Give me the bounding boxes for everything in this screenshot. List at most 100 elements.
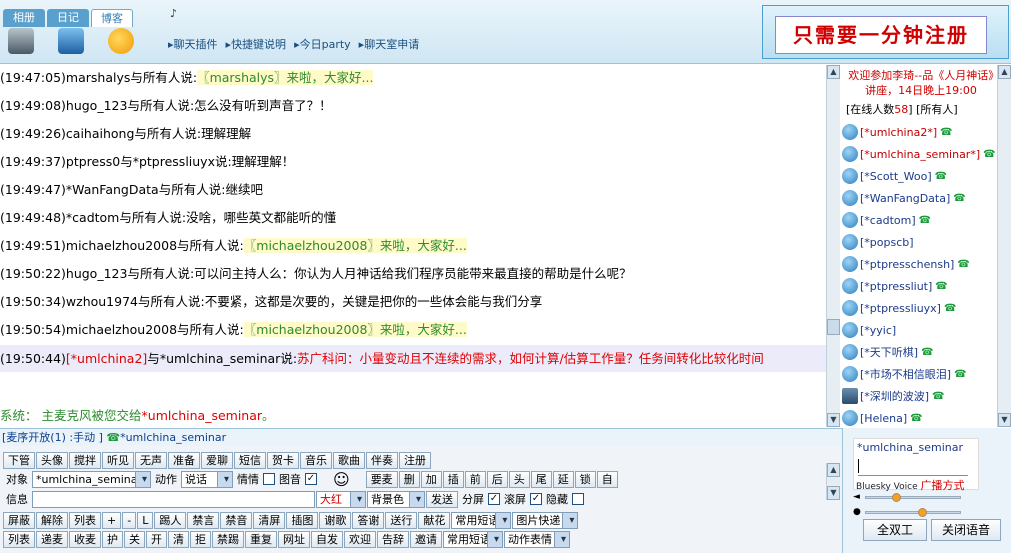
user-scroll-up-arrow-icon[interactable]: ▲ bbox=[998, 65, 1011, 79]
user-list-item[interactable]: [*Scott_Woo] ☎ bbox=[842, 165, 1000, 187]
link-chat-plugin[interactable]: ▸聊天插件 bbox=[168, 36, 218, 52]
mic-queue-button[interactable]: 锁 bbox=[574, 470, 596, 488]
mic-slider[interactable] bbox=[865, 508, 961, 517]
user-list-item[interactable]: [*ptpressliuyx] ☎ bbox=[842, 297, 1000, 319]
color-select[interactable]: 大红 bbox=[316, 490, 366, 508]
user-list-item[interactable]: [*天下听棋] ☎ bbox=[842, 341, 1000, 363]
admin-button[interactable]: 递麦 bbox=[36, 530, 68, 548]
phrase-select[interactable]: 图片快递 bbox=[512, 511, 579, 529]
admin-button[interactable]: 护 bbox=[102, 530, 123, 548]
admin-button[interactable]: 清 bbox=[168, 530, 189, 548]
action-button[interactable]: 短信 bbox=[234, 451, 266, 469]
admin-button[interactable]: 谢歌 bbox=[319, 511, 352, 529]
user-scroll-down-arrow-icon[interactable]: ▼ bbox=[998, 413, 1011, 427]
action-button[interactable]: 搅拌 bbox=[69, 451, 101, 469]
action-button[interactable]: 注册 bbox=[399, 451, 431, 469]
admin-button[interactable]: 禁言 bbox=[187, 511, 220, 529]
user-list-scrollbar[interactable]: ▲ ▼ bbox=[997, 65, 1011, 427]
user-list-item[interactable]: [*ptpressliut] ☎ bbox=[842, 275, 1000, 297]
control-scrollbar[interactable]: ▲ ▼ bbox=[826, 463, 840, 500]
link-today-party[interactable]: ▸今日party bbox=[294, 36, 351, 52]
speaker-icon[interactable]: ♪ bbox=[170, 7, 177, 20]
mic-queue-button[interactable]: 要麦 bbox=[365, 470, 398, 488]
user-name[interactable]: [*popscb] bbox=[860, 236, 914, 249]
mic-queue-button[interactable]: 延 bbox=[552, 470, 574, 488]
user-list-item[interactable]: [*ptpresschensh] ☎ bbox=[842, 253, 1000, 275]
message-sender[interactable]: michaelzhou2008 bbox=[66, 322, 177, 337]
user-list-item[interactable]: [*深圳的波波] ☎ bbox=[842, 385, 1000, 407]
action-button[interactable]: 音乐 bbox=[300, 451, 332, 469]
action-button[interactable]: 下管 bbox=[3, 451, 35, 469]
scroll-checkbox[interactable]: ✓ bbox=[488, 493, 500, 505]
admin-button[interactable]: 解除 bbox=[36, 511, 68, 529]
action-button[interactable]: 准备 bbox=[168, 451, 200, 469]
admin-button[interactable]: 献花 bbox=[418, 511, 451, 529]
admin-button[interactable]: 收麦 bbox=[69, 530, 101, 548]
action-button[interactable]: 歌曲 bbox=[333, 451, 365, 469]
admin-button[interactable]: 屏蔽 bbox=[3, 511, 35, 529]
action-button[interactable]: 贺卡 bbox=[267, 451, 299, 469]
register-banner[interactable]: 只需要一分钟注册 bbox=[762, 5, 1009, 59]
user-name[interactable]: [*ptpressliut] bbox=[860, 280, 932, 293]
mood-checkbox[interactable] bbox=[263, 473, 275, 485]
action-button[interactable]: 伴奏 bbox=[366, 451, 398, 469]
bg-color-select[interactable]: 背景色 bbox=[367, 490, 425, 508]
notebook-icon[interactable] bbox=[58, 28, 84, 54]
admin-button[interactable]: 关 bbox=[124, 530, 145, 548]
icon-checkbox[interactable]: ✓ bbox=[305, 473, 317, 485]
mic-queue-button[interactable]: 插 bbox=[442, 470, 464, 488]
admin-button[interactable]: 自发 bbox=[311, 530, 343, 548]
user-name[interactable]: [*umlchina_seminar*] bbox=[860, 148, 980, 161]
smiley-icon[interactable]: ☺ bbox=[330, 470, 353, 489]
user-list-item[interactable]: [*cadtom] ☎ bbox=[842, 209, 1000, 231]
control-scroll-down-arrow-icon[interactable]: ▼ bbox=[827, 486, 840, 500]
register-banner-text[interactable]: 只需要一分钟注册 bbox=[775, 16, 987, 54]
admin-button[interactable]: - bbox=[122, 511, 137, 529]
control-scroll-up-arrow-icon[interactable]: ▲ bbox=[827, 463, 840, 477]
mic-queue-button[interactable]: 删 bbox=[398, 470, 420, 488]
admin-button[interactable]: + bbox=[102, 511, 122, 529]
message-sender[interactable]: caihaihong bbox=[66, 126, 135, 141]
link-shortcuts[interactable]: ▸快捷键说明 bbox=[226, 36, 287, 52]
send-button[interactable]: 发送 bbox=[426, 490, 458, 508]
user-name[interactable]: [*市场不相信眼泪] bbox=[860, 366, 951, 382]
admin-button[interactable]: 列表 bbox=[69, 511, 101, 529]
volume-slider[interactable] bbox=[865, 493, 961, 502]
mic-queue-button[interactable]: 尾 bbox=[530, 470, 552, 488]
message-sender[interactable]: *cadtom bbox=[66, 210, 119, 225]
admin-button[interactable]: 答谢 bbox=[352, 511, 385, 529]
tab-album[interactable]: 相册 bbox=[3, 9, 45, 27]
mic-queue-button[interactable]: 头 bbox=[508, 470, 530, 488]
scroll-down-arrow-icon[interactable]: ▼ bbox=[827, 413, 840, 427]
user-name[interactable]: [*cadtom] bbox=[860, 214, 916, 227]
admin-button[interactable]: 插图 bbox=[286, 511, 319, 529]
mic-queue-button[interactable]: 后 bbox=[486, 470, 508, 488]
user-name[interactable]: [*深圳的波波] bbox=[860, 388, 929, 404]
user-list-item[interactable]: [*umlchina2*] ☎ bbox=[842, 121, 1000, 143]
user-name[interactable]: [*yyic] bbox=[860, 324, 896, 337]
admin-button[interactable]: 列表 bbox=[3, 530, 35, 548]
user-name[interactable]: [*天下听棋] bbox=[860, 344, 918, 360]
phrase-select[interactable]: 常用短语 bbox=[451, 511, 512, 529]
phrase-select[interactable]: 动作表情 bbox=[504, 530, 570, 548]
user-list-item[interactable]: [*umlchina_seminar*] ☎ bbox=[842, 143, 1000, 165]
user-list-item[interactable]: [*yyic] bbox=[842, 319, 1000, 341]
user-name[interactable]: [*WanFangData] bbox=[860, 192, 950, 205]
camera-icon[interactable] bbox=[8, 28, 34, 54]
tab-diary[interactable]: 日记 bbox=[47, 9, 89, 27]
admin-button[interactable]: 邀请 bbox=[410, 530, 442, 548]
user-name[interactable]: [*ptpresschensh] bbox=[860, 258, 954, 271]
scroll-thumb[interactable] bbox=[827, 319, 840, 335]
full-duplex-button[interactable]: 全双工 bbox=[863, 519, 927, 541]
close-voice-button[interactable]: 关闭语音 bbox=[931, 519, 1001, 541]
message-input[interactable] bbox=[32, 490, 315, 508]
extra-checkbox[interactable] bbox=[572, 493, 584, 505]
message-sender[interactable]: ptpress0 bbox=[66, 154, 120, 169]
broadcast-mode-label[interactable]: 广播方式 bbox=[921, 479, 965, 492]
online-count[interactable]: [在线人数58] [所有人] bbox=[846, 101, 1000, 117]
message-sender[interactable]: hugo_123 bbox=[66, 266, 128, 281]
message-sender[interactable]: *WanFangData bbox=[66, 182, 159, 197]
message-sender[interactable]: wzhou1974 bbox=[66, 294, 138, 309]
admin-button[interactable]: 重复 bbox=[245, 530, 277, 548]
volume-knob[interactable] bbox=[892, 493, 902, 502]
